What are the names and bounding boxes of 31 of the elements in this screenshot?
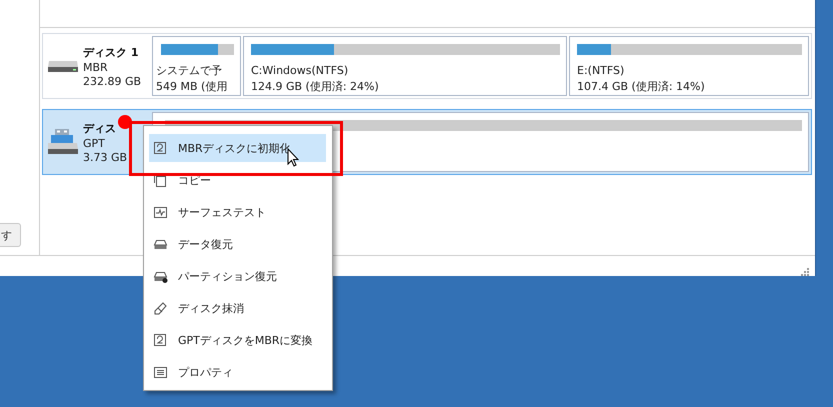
list-icon <box>153 364 168 380</box>
disk-name: ディスク 1 <box>83 44 140 60</box>
resize-grip-icon[interactable] <box>800 267 809 276</box>
partition-block[interactable]: C:Windows(NTFS) 124.9 GB (使用済: 24%) <box>243 36 567 96</box>
partition-scheme: MBR <box>83 60 109 74</box>
disk-size: 232.89 GB <box>83 74 142 88</box>
partition-block[interactable]: E:(NTFS) 107.4 GB (使用済: 14%) <box>569 36 809 96</box>
menu-item[interactable]: データ復元 <box>149 230 326 258</box>
disk-size: 3.73 GB <box>83 150 128 164</box>
menu-item[interactable]: サーフェステスト <box>149 198 326 226</box>
disk-init-icon <box>153 140 168 156</box>
partition-usage: 107.4 GB (使用済: 14%) <box>577 79 706 95</box>
menu-item[interactable]: パーティション復元 <box>149 262 326 290</box>
partition-label: C:Windows(NTFS) <box>251 63 350 79</box>
disk-name: ディス <box>83 120 117 136</box>
partition-usage: 124.9 GB (使用済: 24%) <box>251 79 380 95</box>
menu-item[interactable]: ディスク抹消 <box>149 294 326 322</box>
hard-drive-icon <box>47 59 79 73</box>
partition-scheme: GPT <box>83 136 106 150</box>
side-button[interactable]: す <box>0 223 21 247</box>
usb-drive-icon <box>47 129 79 155</box>
disk-init-icon <box>153 332 168 348</box>
partition-label: システムで予 <box>156 63 223 79</box>
pulse-monitor-icon <box>153 204 168 220</box>
menu-item[interactable]: GPTディスクをMBRに変換 <box>149 326 326 354</box>
menu-item[interactable]: プロパティ <box>149 358 326 386</box>
disk-row[interactable]: ディスク 1 MBR 232.89 GB システムで予 549 MB (使用 C:Windows(NTFS) 124.9 GB (使用済: 24%) E:(NTFS) 107.4 GB (使用済: 14%) <box>42 33 812 99</box>
partition-label: E:(NTFS) <box>577 63 626 79</box>
partition-block[interactable]: システムで予 549 MB (使用 <box>152 36 241 96</box>
partition-usage: 549 MB (使用 <box>156 79 228 95</box>
eraser-icon <box>153 300 168 316</box>
